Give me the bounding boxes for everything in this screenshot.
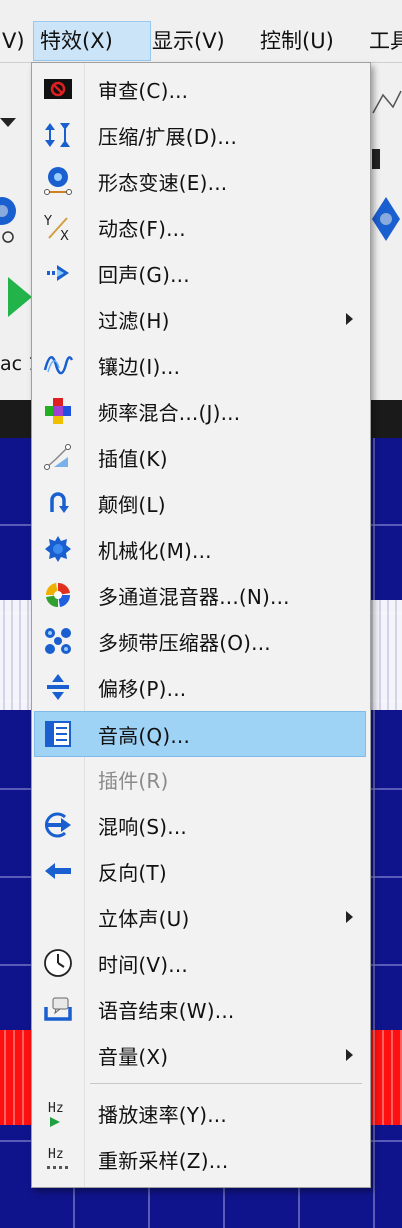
menu-item-label: 动态(F)... (98, 216, 186, 241)
resample-icon: Hz (43, 1145, 73, 1173)
menu-item-resample[interactable]: Hz 重新采样(Z)... (35, 1137, 365, 1181)
dynamics-x-glyph: X (60, 229, 69, 242)
menu-item-pitch[interactable]: 音高(Q)... (34, 711, 366, 757)
menu-item-reverse[interactable]: 反向(T) (35, 849, 365, 893)
menubar-item-effects[interactable]: 特效(X) (33, 21, 151, 61)
flanger-icon (43, 351, 73, 379)
menu-item-label: 音高(Q)... (98, 723, 191, 748)
frequency-mix-icon (43, 397, 73, 425)
menu-item-dynamics[interactable]: YX 动态(F)... (35, 205, 365, 249)
menu-item-label: 多通道混音器...(N)... (98, 584, 290, 609)
menubar-item-display[interactable]: 显示(V) (146, 22, 231, 60)
reverse-icon (43, 857, 73, 885)
tool-circle-icon[interactable] (0, 191, 18, 247)
submenu-arrow-icon (346, 313, 353, 325)
menu-item-reverb[interactable]: 混响(S)... (35, 803, 365, 847)
menu-item-volume[interactable]: 音量(X) (35, 1033, 365, 1077)
multichannel-mixer-icon (43, 581, 73, 609)
menu-item-label: 多频带压缩器(O)... (98, 630, 271, 655)
menu-item-multichannel-mixer[interactable]: 多通道混音器...(N)... (35, 573, 365, 617)
interpolate-icon (43, 443, 73, 471)
menu-separator (90, 1083, 362, 1084)
menu-item-label: 偏移(P)... (98, 676, 187, 701)
menu-item-label: 音量(X) (98, 1044, 169, 1069)
menu-item-stereo[interactable]: 立体声(U) (35, 895, 365, 939)
menu-item-label: 颠倒(L) (98, 492, 166, 517)
menu-item-label: 语音结束(W)... (98, 998, 235, 1023)
menu-item-offset[interactable]: 偏移(P)... (35, 665, 365, 709)
menu-item-label: 混响(S)... (98, 814, 187, 839)
menu-item-label: 反向(T) (98, 860, 167, 885)
menu-item-filter[interactable]: 过滤(H) (35, 297, 365, 341)
menu-item-mechanize[interactable]: 机械化(M)... (35, 527, 365, 571)
dynamics-y-glyph: Y (43, 214, 52, 229)
menu-item-label: 机械化(M)... (98, 538, 212, 563)
compress-expand-icon (43, 121, 73, 149)
menu-item-label: 立体声(U) (98, 906, 190, 931)
hz-glyph: Hz (48, 1101, 64, 1116)
right-bar-icon (372, 149, 380, 169)
echo-icon (43, 259, 73, 287)
block-icon (43, 75, 73, 103)
menu-item-label: 插件(R) (98, 768, 169, 793)
menu-item-label: 过滤(H) (98, 308, 170, 333)
menubar-item-view-partial[interactable]: V) (0, 22, 31, 60)
menu-item-label: 形态变速(E)... (98, 170, 228, 195)
dropdown-caret-icon[interactable] (0, 118, 16, 127)
menubar-item-tools[interactable]: 工具 (363, 22, 402, 60)
submenu-arrow-icon (346, 1049, 353, 1061)
menu-item-voice-end[interactable]: 语音结束(W)... (35, 987, 365, 1031)
menu-item-multiband-compressor[interactable]: 多频带压缩器(O)... (35, 619, 365, 663)
menu-item-invert[interactable]: 颠倒(L) (35, 481, 365, 525)
menu-item-plugins: 插件(R) (35, 757, 365, 801)
menu-item-label: 播放速率(Y)... (98, 1102, 227, 1127)
menu-item-morph[interactable]: 形态变速(E)... (35, 159, 365, 203)
menu-item-label: 镶边(I)... (98, 354, 181, 379)
menu-item-playback-rate[interactable]: Hz 播放速率(Y)... (35, 1091, 365, 1135)
menu-bar: V) 特效(X) 显示(V) 控制(U) 工具 (0, 0, 402, 63)
submenu-arrow-icon (346, 911, 353, 923)
morph-icon (43, 167, 73, 195)
menu-item-label: 频率混合...(J)... (98, 400, 241, 425)
multiband-compressor-icon (43, 627, 73, 655)
voice-end-icon (43, 995, 73, 1023)
menubar-item-control[interactable]: 控制(U) (254, 22, 340, 60)
hz-glyph: Hz (48, 1147, 64, 1162)
menu-item-label: 重新采样(Z)... (98, 1148, 229, 1173)
menu-item-interpolate[interactable]: 插值(K) (35, 435, 365, 479)
dynamics-icon: YX (43, 213, 73, 242)
clock-icon (43, 949, 73, 977)
menu-item-label: 审查(C)... (98, 78, 189, 103)
playback-rate-icon: Hz (43, 1099, 73, 1127)
mechanize-icon (43, 535, 73, 563)
menu-item-echo[interactable]: 回声(G)... (35, 251, 365, 295)
menu-item-flanger[interactable]: 镶边(I)... (35, 343, 365, 387)
reverb-icon (43, 811, 73, 839)
menu-item-label: 插值(K) (98, 446, 168, 471)
right-diamond-icon[interactable] (370, 193, 402, 247)
menu-item-time[interactable]: 时间(V)... (35, 941, 365, 985)
menu-item-compress-expand[interactable]: 压缩/扩展(D)... (35, 113, 365, 157)
pitch-icon (43, 720, 73, 748)
play-icon[interactable] (4, 275, 32, 319)
invert-icon (43, 489, 73, 517)
menu-item-censor[interactable]: 审查(C)... (35, 67, 365, 111)
menu-item-label: 回声(G)... (98, 262, 190, 287)
menu-item-label: 压缩/扩展(D)... (98, 124, 238, 149)
menu-item-label: 时间(V)... (98, 952, 188, 977)
offset-icon (43, 673, 73, 701)
menu-item-frequency-mix[interactable]: 频率混合...(J)... (35, 389, 365, 433)
effects-dropdown-menu: 审查(C)... 压缩/扩展(D)... 形态变速(E)... YX 动态(F)… (31, 62, 371, 1188)
right-bg-icon (372, 90, 402, 114)
